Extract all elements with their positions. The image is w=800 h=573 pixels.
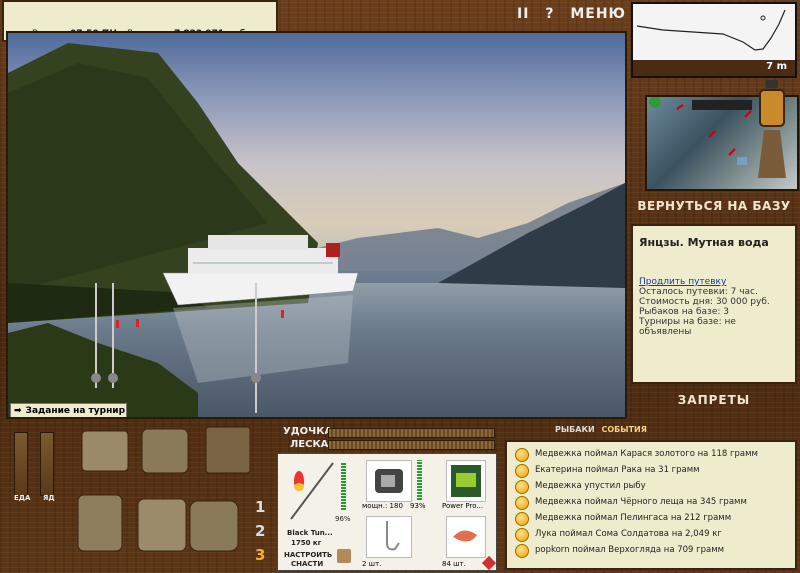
- tournament-task-button[interactable]: ➡ Задание на турнир: [10, 403, 127, 417]
- landscape-art: [8, 43, 625, 417]
- food-label: ЕДА: [14, 494, 31, 502]
- rod-slot-2[interactable]: 2: [255, 522, 265, 540]
- bait-icon: [453, 530, 477, 542]
- help-button[interactable]: ?: [545, 6, 554, 22]
- log-entry: Лука поймал Сома Солдатова на 2,049 кг: [513, 526, 789, 542]
- log-entry: Медвежка упустил рыбу: [513, 478, 789, 494]
- poison-meter: [40, 432, 54, 496]
- location-info-panel: Янцзы. Мутная вода Продлить путевку Оста…: [631, 224, 797, 384]
- bait-slot[interactable]: [446, 516, 486, 558]
- smiley-icon: [515, 512, 529, 526]
- reel-condition-bar: [417, 460, 422, 500]
- tournaments-status: Турниры на базе: не объявлены: [639, 317, 736, 337]
- rod-name: Black Tun...: [287, 529, 333, 537]
- extend-permit-link[interactable]: Продлить путевку: [639, 277, 726, 287]
- tab-events[interactable]: СОБЫТИЯ: [601, 425, 646, 434]
- hook-icon: [386, 521, 400, 551]
- reel-icon: [375, 469, 403, 493]
- depth-profile: 7 m: [631, 2, 797, 78]
- log-entry: Медвежка поймал Карася золотого на 118 г…: [513, 446, 789, 462]
- return-to-base-button[interactable]: ВЕРНУТЬСЯ НА БАЗУ: [631, 199, 797, 213]
- day-cost: Стоимость дня: 30 000 руб.: [639, 297, 770, 307]
- reel-percent: 93%: [410, 502, 426, 510]
- rod-tension-meter: [328, 428, 495, 438]
- smiley-icon: [515, 464, 529, 478]
- rod-slot[interactable]: 96% Black Tun... 1750 кг НАСТРОИТЬ СНАСТ…: [281, 457, 355, 568]
- line-slot[interactable]: [446, 460, 486, 502]
- inventory-items: [77, 426, 251, 552]
- permit-hours-left: Осталось путевки: 7 час.: [639, 287, 758, 297]
- bait-count: 84 шт.: [442, 560, 466, 568]
- smiley-icon: [515, 480, 529, 494]
- top-menu: II ? МЕНЮ: [507, 6, 626, 22]
- rod-label: УДОЧКА: [283, 426, 333, 437]
- line-spool-icon: [451, 465, 481, 497]
- arrow-right-icon: ➡: [14, 406, 22, 416]
- food-meter: [14, 432, 28, 496]
- fishing-scene[interactable]: ➡ Задание на турнир: [6, 31, 627, 419]
- setup-label-1[interactable]: НАСТРОИТЬ: [284, 551, 332, 559]
- depth-value: 7 m: [766, 61, 787, 72]
- hook-slot[interactable]: [366, 516, 412, 558]
- line-label: ЛЕСКА: [290, 439, 329, 450]
- log-entry: Медвежка поймал Чёрного леща на 345 грам…: [513, 494, 789, 510]
- line-tension-meter: [328, 440, 495, 450]
- reel-slot[interactable]: [366, 460, 412, 502]
- smiley-icon: [515, 496, 529, 510]
- location-title: Янцзы. Мутная вода: [639, 236, 769, 249]
- log-entry: Медвежка поймал Пелингаса на 212 грамм: [513, 510, 789, 526]
- smiley-icon: [515, 544, 529, 558]
- pause-button[interactable]: II: [517, 6, 529, 22]
- tackle-box-icon[interactable]: [337, 549, 351, 563]
- reel-power: мощн.: 180: [362, 502, 403, 510]
- rod-slot-3[interactable]: 3: [255, 546, 265, 564]
- rod-condition-bar: [341, 462, 346, 510]
- rod-weight: 1750 кг: [291, 539, 322, 547]
- smiley-icon: [515, 448, 529, 462]
- log-tabs: РЫБАКИ СОБЫТИЯ: [555, 425, 647, 434]
- rod-slot-1[interactable]: 1: [255, 498, 265, 516]
- log-entry: Екатерина поймал Рака на 31 грамм: [513, 462, 789, 478]
- task-label: Задание на турнир: [25, 406, 126, 416]
- fishers-at-base: Рыбаков на базе: 3: [639, 307, 729, 317]
- rod-float-icon: [290, 462, 334, 520]
- menu-button[interactable]: МЕНЮ: [570, 6, 626, 22]
- rod-percent: 96%: [335, 515, 351, 523]
- event-log: Медвежка поймал Карася золотого на 118 г…: [505, 440, 797, 570]
- bans-button[interactable]: ЗАПРЕТЫ: [631, 393, 797, 407]
- smiley-icon: [515, 528, 529, 542]
- hook-count: 2 шт.: [362, 560, 382, 568]
- log-entry: popkorn поймал Верхогляда на 709 грамм: [513, 542, 789, 558]
- poison-label: ЯД: [43, 494, 55, 502]
- lantern-icon: [758, 80, 786, 178]
- tab-fishers[interactable]: РЫБАКИ: [555, 425, 595, 434]
- setup-label-2[interactable]: СНАСТИ: [291, 560, 323, 568]
- tackle-panel: 96% Black Tun... 1750 кг НАСТРОИТЬ СНАСТ…: [277, 453, 497, 571]
- line-name: Power Pro...: [442, 502, 484, 510]
